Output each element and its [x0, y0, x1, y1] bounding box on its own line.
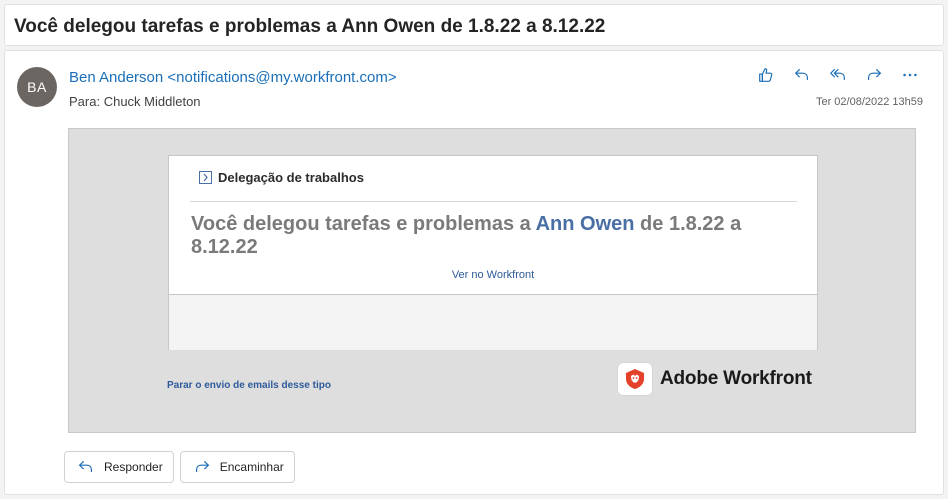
notification-footer: [169, 294, 817, 350]
reply-all-button[interactable]: [823, 65, 853, 85]
reply-icon: [79, 461, 92, 473]
forward-footer-button[interactable]: Encaminhar: [179, 451, 295, 483]
section-header: Delegação de trabalhos: [199, 170, 364, 185]
more-button[interactable]: [895, 65, 925, 85]
avatar[interactable]: BA: [17, 67, 57, 107]
notification-card: Delegação de trabalhos Você delegou tare…: [168, 155, 818, 350]
mail-card: BA Ben Anderson <notifications@my.workfr…: [4, 50, 944, 495]
more-icon: [903, 73, 917, 77]
message-actions: [751, 65, 925, 85]
divider: [190, 201, 797, 202]
to-label: Para:: [69, 94, 101, 109]
brand: Adobe Workfront: [618, 363, 812, 395]
notification-content: Delegação de trabalhos Você delegou tare…: [169, 156, 817, 294]
section-title: Delegação de trabalhos: [218, 170, 364, 185]
sender-name[interactable]: Ben Anderson <notifications@my.workfront…: [69, 69, 397, 86]
reply-all-icon: [830, 69, 845, 81]
email-subject: Você delegou tarefas e problemas a Ann O…: [14, 16, 606, 37]
email-body: Delegação de trabalhos Você delegou tare…: [68, 128, 916, 433]
unsubscribe-link[interactable]: Parar o envio de emails desse tipo: [167, 380, 331, 391]
reply-row: Responder Encaminhar: [64, 451, 295, 483]
view-link-text[interactable]: Ver no Workfront: [452, 269, 534, 281]
timestamp: Ter 02/08/2022 13h59: [815, 96, 923, 108]
forward-icon: [868, 69, 881, 81]
reply-icon: [795, 69, 808, 81]
forward-label: Encaminhar: [219, 460, 284, 474]
recipient-line: Para: Chuck Middleton: [69, 94, 201, 109]
reply-label: Responder: [104, 460, 163, 474]
reply-footer-button[interactable]: Responder: [64, 451, 174, 483]
forward-icon: [195, 461, 209, 473]
delegate-name: Ann Owen: [535, 213, 635, 235]
chevron-right-icon: [199, 171, 212, 184]
like-icon: [759, 68, 773, 82]
recipient-name[interactable]: Chuck Middleton: [104, 94, 201, 109]
notification-headline: Você delegou tarefas e problemas a Ann O…: [191, 213, 791, 259]
view-in-workfront-link: Ver no Workfront: [169, 269, 817, 281]
headline-prefix: Você delegou tarefas e problemas a: [191, 213, 531, 235]
subject-bar: Você delegou tarefas e problemas a Ann O…: [4, 4, 944, 46]
brand-name: Adobe Workfront: [660, 368, 812, 389]
forward-button[interactable]: [859, 65, 889, 85]
reply-button[interactable]: [787, 65, 817, 85]
workfront-logo-icon: [618, 363, 652, 395]
like-button[interactable]: [751, 65, 781, 85]
